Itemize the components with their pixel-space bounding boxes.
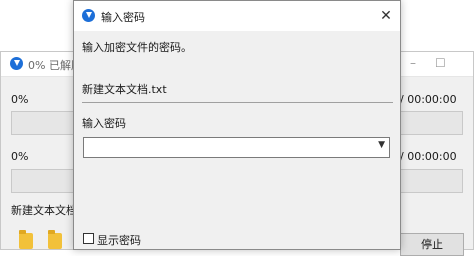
divider: [82, 102, 393, 103]
password-label: 输入密码: [82, 117, 126, 130]
progress-percent-1: 0%: [11, 93, 29, 106]
password-dialog: 输入密码 ✕ 输入加密文件的密码。 新建文本文档.txt 输入密码 ▼ 显示密码: [73, 0, 401, 250]
encrypted-file-name: 新建文本文档.txt: [82, 83, 167, 96]
source-folder-icon: [19, 230, 33, 249]
chevron-down-icon[interactable]: ▼: [378, 140, 385, 150]
minimize-icon[interactable]: –: [410, 56, 416, 70]
progress-percent-2: 0%: [11, 150, 29, 163]
password-input[interactable]: [86, 139, 370, 156]
app-icon: [82, 9, 95, 22]
password-dialog-title: 输入密码: [101, 11, 145, 24]
show-password-label[interactable]: 显示密码: [97, 232, 141, 248]
password-combobox[interactable]: ▼: [83, 137, 390, 158]
progress-timer-2: / 00:00:00: [400, 150, 457, 163]
password-prompt: 输入加密文件的密码。: [82, 41, 192, 54]
password-dialog-titlebar: 输入密码 ✕: [74, 1, 400, 31]
close-icon[interactable]: ✕: [374, 5, 398, 27]
progress-timer-1: / 00:00:00: [400, 93, 457, 106]
stop-button[interactable]: 停止: [400, 233, 464, 256]
show-password-checkbox[interactable]: [83, 233, 94, 244]
current-file-label: 新建文本文档: [11, 204, 77, 217]
app-icon: [10, 57, 23, 70]
destination-folder-icon: [48, 230, 62, 249]
maximize-icon[interactable]: ☐: [435, 56, 446, 70]
